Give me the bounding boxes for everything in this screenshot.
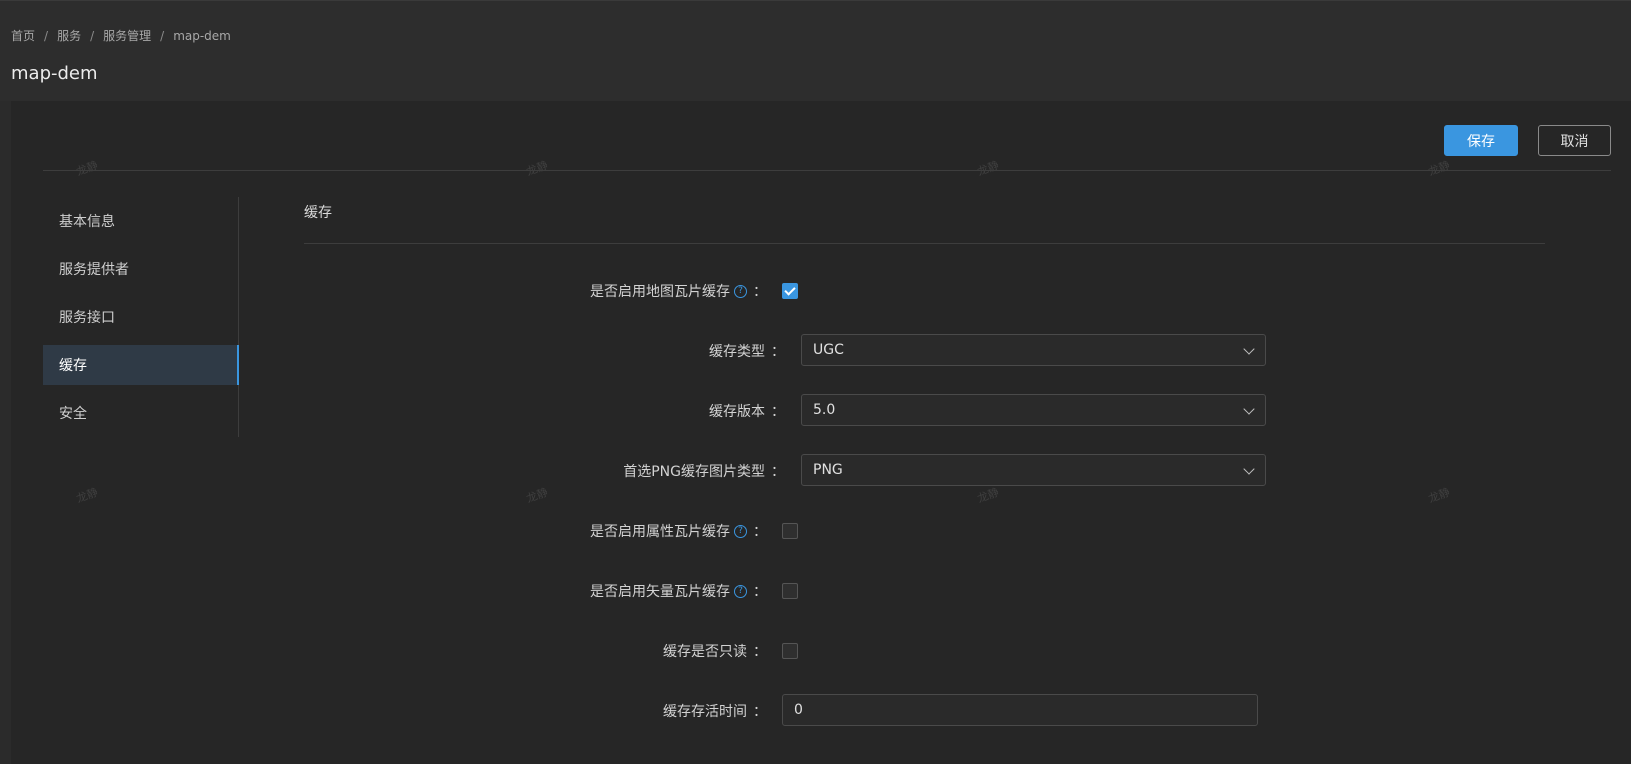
chevron-down-icon bbox=[1243, 463, 1255, 475]
label-colon: ： bbox=[753, 584, 767, 600]
label-text: 缓存类型 bbox=[709, 344, 765, 360]
page-header: 首页 / 服务 / 服务管理 / map-dem map-dem bbox=[0, 0, 1631, 101]
question-icon[interactable]: ? bbox=[734, 584, 747, 598]
cache-version-select[interactable]: 5.0 bbox=[801, 394, 1266, 426]
enable-map-tile-cache-label: 是否启用地图瓦片缓存 ? ： bbox=[590, 281, 767, 301]
chevron-down-icon bbox=[1243, 403, 1255, 415]
toolbar-divider bbox=[43, 170, 1611, 171]
breadcrumb: 首页 / 服务 / 服务管理 / map-dem bbox=[11, 27, 231, 44]
label-text: 是否启用矢量瓦片缓存 bbox=[590, 584, 730, 600]
select-value: UGC bbox=[813, 342, 844, 358]
select-value: 5.0 bbox=[813, 402, 836, 418]
enable-map-tile-cache-checkbox[interactable] bbox=[782, 283, 798, 299]
enable-vector-tile-cache-checkbox[interactable] bbox=[782, 583, 798, 599]
breadcrumb-service-management[interactable]: 服务管理 bbox=[103, 27, 151, 44]
select-value: PNG bbox=[813, 462, 843, 478]
sidebar-item-cache[interactable]: 缓存 bbox=[43, 345, 239, 385]
cache-readonly-checkbox[interactable] bbox=[782, 643, 798, 659]
label-colon: ： bbox=[771, 404, 785, 420]
label-text: 首选PNG缓存图片类型 bbox=[623, 464, 765, 480]
section-divider bbox=[304, 243, 1545, 244]
label-colon: ： bbox=[771, 344, 785, 360]
page-title: map-dem bbox=[11, 63, 98, 84]
section-title: 缓存 bbox=[304, 205, 332, 221]
label-colon: ： bbox=[753, 704, 767, 720]
enable-vector-tile-cache-label: 是否启用矢量瓦片缓存 ? ： bbox=[590, 581, 767, 601]
breadcrumb-services[interactable]: 服务 bbox=[57, 27, 81, 44]
cancel-button[interactable]: 取消 bbox=[1538, 125, 1611, 156]
cache-type-label: 缓存类型 ： bbox=[709, 341, 785, 361]
settings-sidebar: 基本信息 服务提供者 服务接口 缓存 安全 bbox=[43, 197, 239, 437]
label-text: 缓存版本 bbox=[709, 404, 765, 420]
question-icon[interactable]: ? bbox=[734, 524, 747, 538]
preferred-png-type-label: 首选PNG缓存图片类型 ： bbox=[623, 461, 785, 481]
sidebar-item-service-interface[interactable]: 服务接口 bbox=[43, 297, 239, 337]
label-text: 是否启用属性瓦片缓存 bbox=[590, 524, 730, 540]
chevron-down-icon bbox=[1243, 343, 1255, 355]
enable-attribute-tile-cache-label: 是否启用属性瓦片缓存 ? ： bbox=[590, 521, 767, 541]
breadcrumb-separator: / bbox=[90, 28, 95, 43]
label-colon: ： bbox=[753, 644, 767, 660]
breadcrumb-home[interactable]: 首页 bbox=[11, 27, 35, 44]
label-text: 缓存是否只读 bbox=[663, 644, 747, 660]
sidebar-item-basic-info[interactable]: 基本信息 bbox=[43, 201, 239, 241]
cache-ttl-label: 缓存存活时间 ： bbox=[663, 701, 767, 721]
breadcrumb-separator: / bbox=[160, 28, 165, 43]
cache-readonly-label: 缓存是否只读 ： bbox=[663, 641, 767, 661]
save-button[interactable]: 保存 bbox=[1444, 125, 1518, 156]
content-card bbox=[11, 101, 1631, 764]
sidebar-item-security[interactable]: 安全 bbox=[43, 393, 239, 433]
label-text: 缓存存活时间 bbox=[663, 704, 747, 720]
sidebar-item-service-provider[interactable]: 服务提供者 bbox=[43, 249, 239, 289]
preferred-png-type-select[interactable]: PNG bbox=[801, 454, 1266, 486]
breadcrumb-separator: / bbox=[44, 28, 49, 43]
question-icon[interactable]: ? bbox=[734, 284, 747, 298]
enable-attribute-tile-cache-checkbox[interactable] bbox=[782, 523, 798, 539]
label-text: 是否启用地图瓦片缓存 bbox=[590, 284, 730, 300]
breadcrumb-current: map-dem bbox=[173, 28, 231, 43]
label-colon: ： bbox=[753, 284, 767, 300]
label-colon: ： bbox=[753, 524, 767, 540]
cache-version-label: 缓存版本 ： bbox=[709, 401, 785, 421]
label-colon: ： bbox=[771, 464, 785, 480]
cache-type-select[interactable]: UGC bbox=[801, 334, 1266, 366]
cache-ttl-input[interactable] bbox=[782, 694, 1258, 726]
